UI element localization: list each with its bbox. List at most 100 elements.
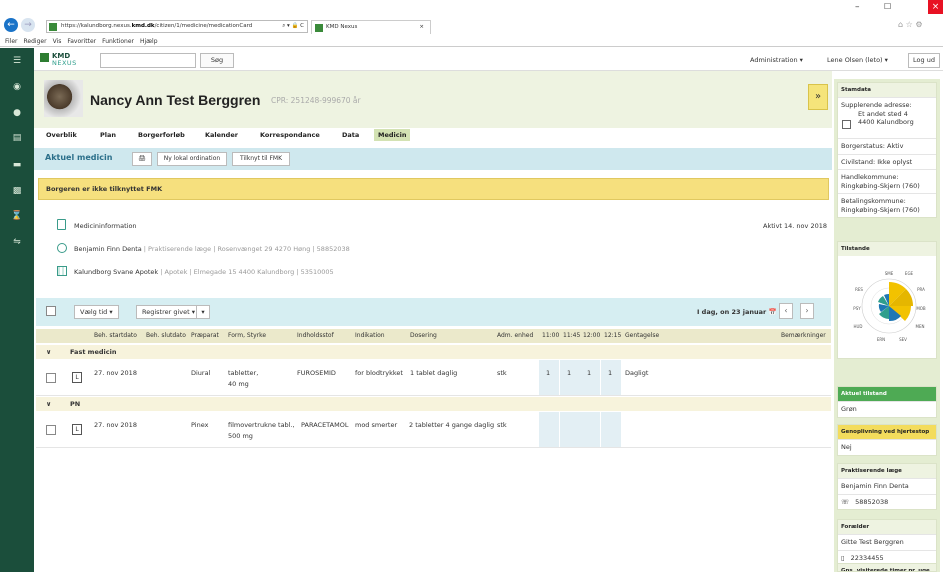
clipboard-icon[interactable]: ▩ — [0, 184, 34, 198]
axis-label-hud: HUD — [853, 324, 862, 329]
kmd-nexus-logo[interactable]: KMD NEXUS — [40, 52, 94, 68]
col-time-1145[interactable]: 11:45 — [563, 329, 580, 343]
patient-age: 70 år — [341, 96, 361, 105]
group-pn[interactable]: ∨ PN — [36, 397, 831, 411]
menu-filer[interactable]: Filer — [5, 38, 18, 45]
tab-title: KMD Nexus — [326, 24, 358, 30]
col-form[interactable]: Form, Styrke — [228, 329, 266, 343]
calendar-icon[interactable]: 📅 — [769, 308, 777, 316]
ny-lokal-ordination-button[interactable]: Ny lokal ordination — [157, 152, 227, 166]
print-button[interactable]: 🖨 — [132, 152, 152, 166]
browser-tab[interactable]: KMD Nexus × — [311, 20, 431, 34]
expand-panel-button[interactable]: » — [808, 84, 828, 110]
group-fast-medicin[interactable]: ∨ Fast medicin — [36, 345, 831, 359]
col-startdato[interactable]: Beh. startdato — [94, 329, 137, 343]
next-day-button[interactable]: › — [800, 303, 814, 319]
menu-funktioner[interactable]: Funktioner — [102, 38, 134, 45]
table-row[interactable]: L 27. nov 2018 Diural tabletter, 40 mg F… — [36, 360, 831, 396]
folder-icon[interactable]: ▬ — [0, 158, 34, 172]
more-dropdown[interactable]: ▾ — [196, 305, 210, 319]
tab-medicin[interactable]: Medicin — [374, 129, 411, 141]
group-title: PN — [70, 400, 81, 408]
share-icon[interactable]: ⇋ — [0, 235, 34, 249]
time-cell — [560, 360, 580, 395]
tab-overblik[interactable]: Overblik — [46, 129, 77, 141]
col-slutdato[interactable]: Beh. slutdato — [146, 329, 186, 343]
logout-button[interactable]: Log ud — [908, 53, 940, 68]
cell-time-1200[interactable]: 1 — [587, 369, 591, 377]
hourglass-icon[interactable]: ⌛ — [0, 209, 34, 223]
row-checkbox[interactable] — [46, 373, 56, 383]
table-row[interactable]: L 27. nov 2018 Pinex filmovertrukne tabl… — [36, 412, 831, 448]
col-time-1100[interactable]: 11:00 — [542, 329, 559, 343]
lokal-badge: L — [72, 372, 82, 383]
tab-data[interactable]: Data — [342, 129, 359, 141]
laege-phone-row[interactable]: ☏ 58852038 — [838, 493, 936, 510]
tilstande-title: Tilstande — [838, 242, 936, 256]
forward-icon[interactable]: → — [21, 18, 35, 32]
patient-photo — [44, 80, 83, 117]
user-menu[interactable]: Lene Olsen (leto) ▾ — [827, 53, 888, 68]
medicine-title: Aktuel medicin — [45, 153, 113, 162]
col-praeparat[interactable]: Præparat — [191, 329, 219, 343]
menu-icon[interactable]: ☰ — [0, 54, 34, 68]
restore-button[interactable]: ☐ — [884, 2, 891, 11]
medicininformation-link[interactable]: Medicininformation — [74, 222, 137, 230]
menu-rediger[interactable]: Rediger — [24, 38, 47, 45]
cell-time-1100[interactable]: 1 — [546, 369, 550, 377]
genoplivning-title: Genoplivning ved hjertestop — [838, 425, 936, 439]
civilstand: Civilstand: Ikke oplyst — [838, 153, 936, 170]
cell-indikation: for blodtrykket — [355, 369, 403, 377]
foraelder-card: Forælder Gitte Test Berggren ▯ 22334455 — [837, 519, 937, 566]
cell-time-1145[interactable]: 1 — [567, 369, 571, 377]
prev-day-button[interactable]: ‹ — [779, 303, 793, 319]
today-label: I dag, on 23 januar 📅 — [697, 306, 777, 318]
visiterede-timer-title: Gns. visiterede timer pr. uge — [838, 564, 936, 571]
menu-favoritter[interactable]: Favoritter — [67, 38, 96, 45]
minimize-button[interactable]: – — [855, 2, 860, 12]
home-fav-settings-icons[interactable]: ⌂ ☆ ⚙ — [898, 20, 923, 29]
chevron-down-icon: ∨ — [46, 348, 52, 356]
laege-name: Benjamin Finn Denta — [838, 478, 936, 494]
axis-label-sme: SME — [885, 271, 894, 276]
cell-time-1215[interactable]: 1 — [608, 369, 612, 377]
menu-hjaelp[interactable]: Hjælp — [140, 38, 158, 45]
tilstande-polar-chart[interactable]: SME EGE PRA MOB MEN SEV ERN HUD PSY RES — [851, 264, 927, 348]
choose-time-dropdown[interactable]: Vælg tid ▾ — [74, 305, 119, 319]
menu-vis[interactable]: Vis — [53, 38, 62, 45]
window-close-button[interactable]: × — [928, 0, 943, 14]
col-gentagelse[interactable]: Gentagelse — [625, 329, 659, 343]
tilstande-card[interactable]: Tilstande SME EGE PRA MOB MEN SEV ERN HU… — [837, 241, 937, 359]
citizen-icon[interactable]: ● — [0, 106, 34, 120]
aktiv-date: Aktivt 14. nov 2018 — [763, 222, 827, 230]
print-icon: 🖨 — [138, 155, 146, 162]
col-time-1215[interactable]: 12:15 — [604, 329, 621, 343]
col-time-1200[interactable]: 12:00 — [583, 329, 600, 343]
eye-icon[interactable]: ◉ — [0, 80, 34, 94]
supplerende-adresse: Supplerende adresse: Et andet sted 4 440… — [838, 97, 936, 138]
list-icon[interactable]: ▤ — [0, 131, 34, 145]
register-given-dropdown[interactable]: Registrer givet ▾ — [136, 305, 202, 319]
search-button[interactable]: Søg — [200, 53, 234, 68]
back-icon[interactable]: ← — [4, 18, 18, 32]
address-bar[interactable]: https://kalundborg.nexus.kmd.dk/citizen/… — [46, 20, 308, 33]
tab-korrespondance[interactable]: Korrespondance — [260, 129, 320, 141]
tab-close-icon[interactable]: × — [419, 21, 424, 34]
col-adm-enhed[interactable]: Adm. enhed — [497, 329, 533, 343]
tab-kalender[interactable]: Kalender — [205, 129, 238, 141]
row-checkbox[interactable] — [46, 425, 56, 435]
tilknyt-fmk-button[interactable]: Tilknyt til FMK — [232, 152, 290, 166]
col-dosering[interactable]: Dosering — [410, 329, 437, 343]
tab-borgerforloeb[interactable]: Borgerforløb — [138, 129, 185, 141]
col-bemaerkninger[interactable]: Bemærkninger — [781, 329, 826, 343]
administration-menu[interactable]: Administration ▾ — [750, 53, 803, 68]
foraelder-phone: 22334455 — [850, 553, 884, 562]
search-input[interactable] — [100, 53, 196, 68]
tab-plan[interactable]: Plan — [100, 129, 116, 141]
col-indikation[interactable]: Indikation — [355, 329, 385, 343]
betal-value: Ringkøbing-Skjern (760) — [841, 205, 920, 214]
cell-form-2: 40 mg — [228, 380, 249, 388]
col-indholdsstof[interactable]: Indholdsstof — [297, 329, 334, 343]
url-tools-icons[interactable]: ⌕ ▾ 🔒 C — [282, 21, 304, 32]
select-all-checkbox[interactable] — [46, 306, 56, 316]
